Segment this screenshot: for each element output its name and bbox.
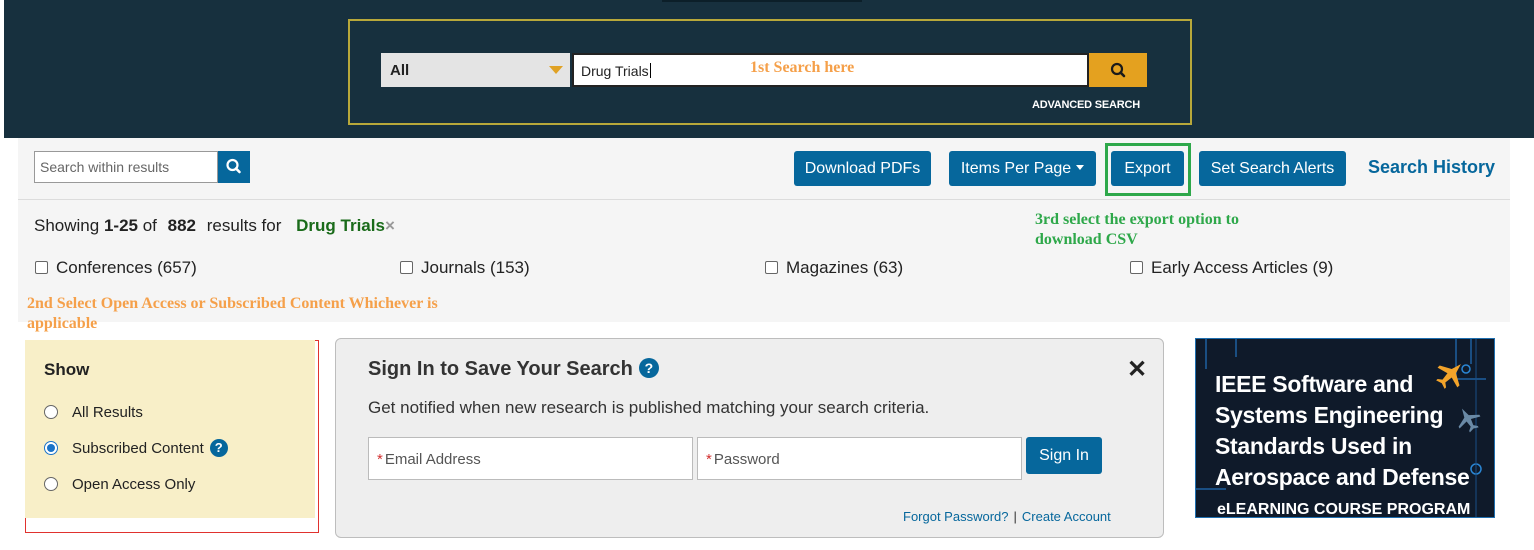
search-within-input[interactable]: Search within results xyxy=(34,151,218,183)
signin-description: Get notified when new research is publis… xyxy=(368,398,930,417)
radio-button[interactable] xyxy=(44,477,58,491)
forgot-password-link[interactable]: Forgot Password? xyxy=(903,509,1009,524)
sign-in-button[interactable]: Sign In xyxy=(1026,437,1102,474)
divider xyxy=(18,199,1510,200)
close-icon[interactable]: ✕ xyxy=(1127,355,1147,384)
question-circle-icon[interactable]: ? xyxy=(638,358,659,378)
ad-title: IEEE Software and Systems Engineering St… xyxy=(1215,371,1470,490)
checkbox[interactable] xyxy=(400,261,413,274)
facet-early-access[interactable]: Early Access Articles (9) xyxy=(1130,258,1333,278)
results-summary: Showing 1-25 of 882 results for Drug Tri… xyxy=(34,216,395,235)
facet-journals[interactable]: Journals (153) xyxy=(400,258,530,278)
search-query-text: Drug Trials xyxy=(581,63,651,79)
category-select[interactable]: All xyxy=(381,53,570,87)
search-history-link[interactable]: Search History xyxy=(1368,157,1495,178)
advanced-search-link[interactable]: ADVANCED SEARCH xyxy=(1032,99,1140,111)
search-button[interactable] xyxy=(1089,53,1147,87)
export-button[interactable]: Export xyxy=(1111,151,1184,186)
option-all-results[interactable]: All Results xyxy=(44,404,143,421)
advertisement-banner[interactable]: IEEE Software and Systems Engineering St… xyxy=(1195,338,1495,518)
category-value: All xyxy=(390,62,410,79)
ad-subtitle: eLEARNING COURSE PROGRAM xyxy=(1217,501,1471,518)
option-subscribed-content[interactable]: Subscribed Content? xyxy=(44,439,228,457)
checkbox[interactable] xyxy=(35,261,48,274)
email-field[interactable]: * Email Address xyxy=(368,437,693,480)
signin-links: Forgot Password? | Create Account xyxy=(903,509,1111,524)
banner-tab xyxy=(662,0,862,2)
caret-down-icon xyxy=(549,66,563,74)
show-filter-title: Show xyxy=(44,360,90,379)
search-icon xyxy=(226,158,241,174)
download-pdfs-button[interactable]: Download PDFs xyxy=(794,151,931,186)
checkbox[interactable] xyxy=(765,261,778,274)
create-account-link[interactable]: Create Account xyxy=(1022,509,1111,524)
search-annotation: 1st Search here xyxy=(750,59,855,76)
facet-conferences[interactable]: Conferences (657) xyxy=(35,258,197,278)
password-field[interactable]: * Password xyxy=(697,437,1022,480)
radio-button[interactable] xyxy=(44,405,58,419)
radio-button-selected[interactable] xyxy=(44,441,58,455)
caret-down-icon xyxy=(1076,165,1085,170)
filter-annotation: 2nd Select Open Access or Subscribed Con… xyxy=(27,295,438,332)
items-per-page-label: Items Per Page xyxy=(960,160,1072,177)
export-annotation: 3rd select the export option to download… xyxy=(1035,211,1239,248)
search-within-placeholder: Search within results xyxy=(40,159,170,175)
checkbox[interactable] xyxy=(1130,261,1143,274)
search-within-button[interactable] xyxy=(218,151,250,183)
question-circle-icon[interactable]: ? xyxy=(209,439,228,457)
remove-term-icon[interactable]: × xyxy=(385,216,395,235)
items-per-page-button[interactable]: Items Per Page xyxy=(949,151,1096,186)
search-icon xyxy=(1110,62,1126,78)
search-term: Drug Trials xyxy=(296,216,385,235)
signin-title: Sign In to Save Your Search? xyxy=(368,358,659,381)
set-search-alerts-button[interactable]: Set Search Alerts xyxy=(1199,151,1346,186)
option-open-access[interactable]: Open Access Only xyxy=(44,476,195,493)
facet-magazines[interactable]: Magazines (63) xyxy=(765,258,903,278)
